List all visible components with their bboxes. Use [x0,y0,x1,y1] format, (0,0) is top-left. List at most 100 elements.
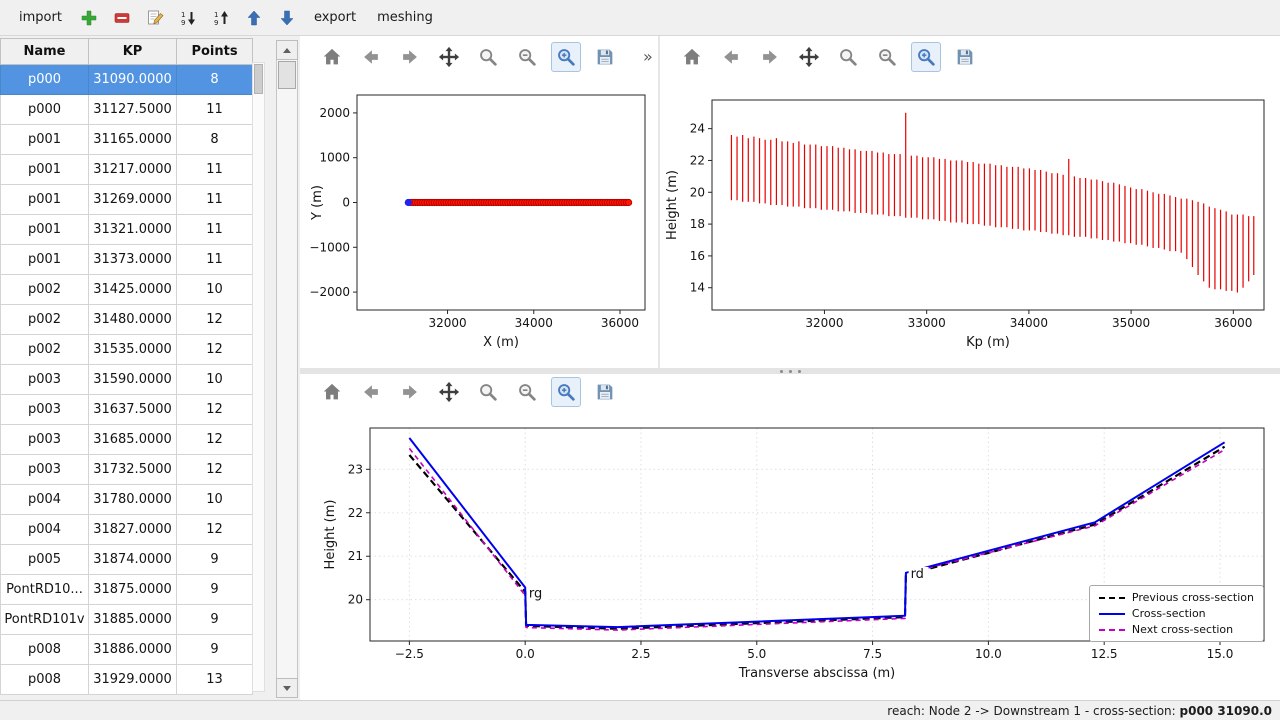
back-button[interactable] [356,377,386,407]
scroll-down-button[interactable] [276,678,298,698]
panel-scrollbar-thumb[interactable] [278,61,296,89]
cross-section-plot[interactable]: rgrd−2.50.02.55.07.510.012.515.020212223… [300,410,1280,700]
cell-kp[interactable]: 31827.0000 [89,515,177,545]
import-menu[interactable]: import [14,7,67,28]
cell-points[interactable]: 11 [177,215,253,245]
table-row[interactable]: PontRD10...31875.00009 [1,575,253,605]
zoom-out-button[interactable] [512,42,542,72]
pan-button[interactable] [434,377,464,407]
cell-points[interactable]: 9 [177,575,253,605]
home-button[interactable] [677,42,707,72]
cell-name[interactable]: p002 [1,335,89,365]
table-row[interactable]: p00431780.000010 [1,485,253,515]
cell-points[interactable]: 9 [177,605,253,635]
table-scrollbar-thumb[interactable] [254,64,263,94]
zoom-out-button[interactable] [872,42,902,72]
cell-points[interactable]: 9 [177,635,253,665]
cell-kp[interactable]: 31321.0000 [89,215,177,245]
cell-points[interactable]: 11 [177,155,253,185]
cell-kp[interactable]: 31373.0000 [89,245,177,275]
cell-points[interactable]: 13 [177,665,253,695]
cell-name[interactable]: p005 [1,545,89,575]
save-button[interactable] [590,42,620,72]
cell-name[interactable]: p002 [1,305,89,335]
cell-kp[interactable]: 31875.0000 [89,575,177,605]
cell-points[interactable]: 10 [177,485,253,515]
table-row[interactable]: p00331685.000012 [1,425,253,455]
zoom-out-button[interactable] [512,377,542,407]
edit-cross-section-button[interactable] [144,7,166,29]
table-row[interactable]: p00831929.000013 [1,665,253,695]
cell-name[interactable]: p001 [1,245,89,275]
cell-points[interactable]: 8 [177,65,253,95]
cell-kp[interactable]: 31425.0000 [89,275,177,305]
cell-name[interactable]: p000 [1,65,89,95]
column-header-name[interactable]: Name [1,39,89,65]
cell-kp[interactable]: 31929.0000 [89,665,177,695]
forward-button[interactable] [755,42,785,72]
cell-name[interactable]: p008 [1,665,89,695]
cell-kp[interactable]: 31165.0000 [89,125,177,155]
back-button[interactable] [716,42,746,72]
column-header-kp[interactable]: KP [89,39,177,65]
cell-name[interactable]: p004 [1,515,89,545]
zoom-button[interactable] [473,377,503,407]
table-row[interactable]: p00131269.000011 [1,185,253,215]
cell-name[interactable]: p000 [1,95,89,125]
scroll-up-button[interactable] [276,40,298,60]
cell-name[interactable]: p001 [1,155,89,185]
table-row[interactable]: p00131321.000011 [1,215,253,245]
table-row[interactable]: p00131165.00008 [1,125,253,155]
cell-name[interactable]: p003 [1,365,89,395]
table-row[interactable]: p00031090.00008 [1,65,253,95]
cell-kp[interactable]: 31874.0000 [89,545,177,575]
table-row[interactable]: p00331637.500012 [1,395,253,425]
sort-descending-button[interactable] [177,7,199,29]
cell-kp[interactable]: 31217.0000 [89,155,177,185]
panel-scrollbar[interactable] [276,40,298,698]
cell-name[interactable]: p004 [1,485,89,515]
cell-points[interactable]: 12 [177,515,253,545]
zoom-button[interactable] [473,42,503,72]
cell-kp[interactable]: 31127.5000 [89,95,177,125]
table-scrollbar[interactable] [252,62,265,692]
table-row[interactable]: p00331732.500012 [1,455,253,485]
cell-kp[interactable]: 31090.0000 [89,65,177,95]
pan-button[interactable] [794,42,824,72]
cell-kp[interactable]: 31885.0000 [89,605,177,635]
cell-points[interactable]: 12 [177,335,253,365]
cell-points[interactable]: 8 [177,125,253,155]
cell-kp[interactable]: 31886.0000 [89,635,177,665]
cell-name[interactable]: PontRD101v [1,605,89,635]
cell-name[interactable]: p003 [1,395,89,425]
cell-name[interactable]: p001 [1,185,89,215]
cell-points[interactable]: 12 [177,395,253,425]
cell-name[interactable]: p001 [1,215,89,245]
cell-points[interactable]: 12 [177,305,253,335]
table-row[interactable]: p00131217.000011 [1,155,253,185]
cell-name[interactable]: p008 [1,635,89,665]
cell-kp[interactable]: 31780.0000 [89,485,177,515]
remove-cross-section-button[interactable] [111,7,133,29]
export-menu[interactable]: export [309,7,361,28]
cell-points[interactable]: 10 [177,365,253,395]
zoom-rect-button[interactable] [551,377,581,407]
table-row[interactable]: PontRD101v31885.00009 [1,605,253,635]
forward-button[interactable] [395,377,425,407]
toolbar-overflow-chevron[interactable]: » [643,49,653,65]
zoom-rect-button[interactable] [551,42,581,72]
plan-view-plot[interactable]: 320003400036000−2000−1000010002000X (m)Y… [300,78,658,368]
table-row[interactable]: p00231480.000012 [1,305,253,335]
cell-points[interactable]: 9 [177,545,253,575]
cell-kp[interactable]: 31637.5000 [89,395,177,425]
table-row[interactable]: p00331590.000010 [1,365,253,395]
cell-name[interactable]: p003 [1,425,89,455]
cell-points[interactable]: 11 [177,95,253,125]
cell-kp[interactable]: 31480.0000 [89,305,177,335]
table-row[interactable]: p00231425.000010 [1,275,253,305]
table-row[interactable]: p00131373.000011 [1,245,253,275]
longitudinal-profile-plot[interactable]: 3200033000340003500036000141618202224Kp … [660,78,1280,368]
table-row[interactable]: p00031127.500011 [1,95,253,125]
cell-points[interactable]: 12 [177,455,253,485]
move-up-button[interactable] [243,7,265,29]
